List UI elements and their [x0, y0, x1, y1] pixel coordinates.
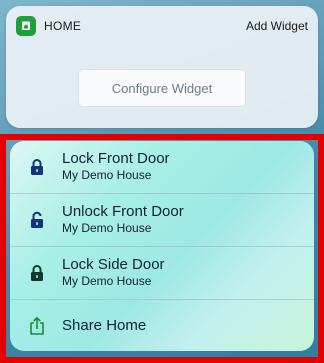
add-widget-button[interactable]: Add Widget — [246, 19, 308, 33]
home-widget: HOME Add Widget Configure Widget — [6, 6, 318, 128]
share-icon — [28, 315, 46, 337]
home-app-icon — [16, 16, 36, 36]
action-texts: Lock Front Door My Demo House — [62, 150, 170, 183]
action-texts: Share Home — [62, 317, 146, 334]
action-share-home[interactable]: Share Home — [10, 300, 314, 351]
widget-header: HOME Add Widget — [16, 16, 308, 36]
action-subtitle: My Demo House — [62, 274, 152, 288]
action-subtitle: My Demo House — [62, 221, 152, 235]
action-subtitle: My Demo House — [62, 168, 152, 182]
action-title: Lock Front Door — [62, 150, 170, 167]
action-unlock-front-door[interactable]: Unlock Front Door My Demo House — [10, 194, 314, 246]
action-lock-front-door[interactable]: Lock Front Door My Demo House — [10, 141, 314, 193]
action-texts: Lock Side Door My Demo House — [62, 256, 165, 289]
quick-actions-menu: Lock Front Door My Demo House Unlock Fro… — [10, 141, 314, 351]
widget-app-name: HOME — [44, 19, 82, 33]
action-lock-side-door[interactable]: Lock Side Door My Demo House — [10, 247, 314, 299]
action-texts: Unlock Front Door My Demo House — [62, 203, 184, 236]
lock-closed-icon — [28, 156, 46, 178]
lock-open-icon — [28, 209, 46, 231]
action-title: Unlock Front Door — [62, 203, 184, 220]
lock-closed-icon — [28, 262, 46, 284]
configure-widget-button[interactable]: Configure Widget — [79, 70, 245, 106]
action-title: Lock Side Door — [62, 256, 165, 273]
share-home-label: Share Home — [62, 317, 147, 334]
